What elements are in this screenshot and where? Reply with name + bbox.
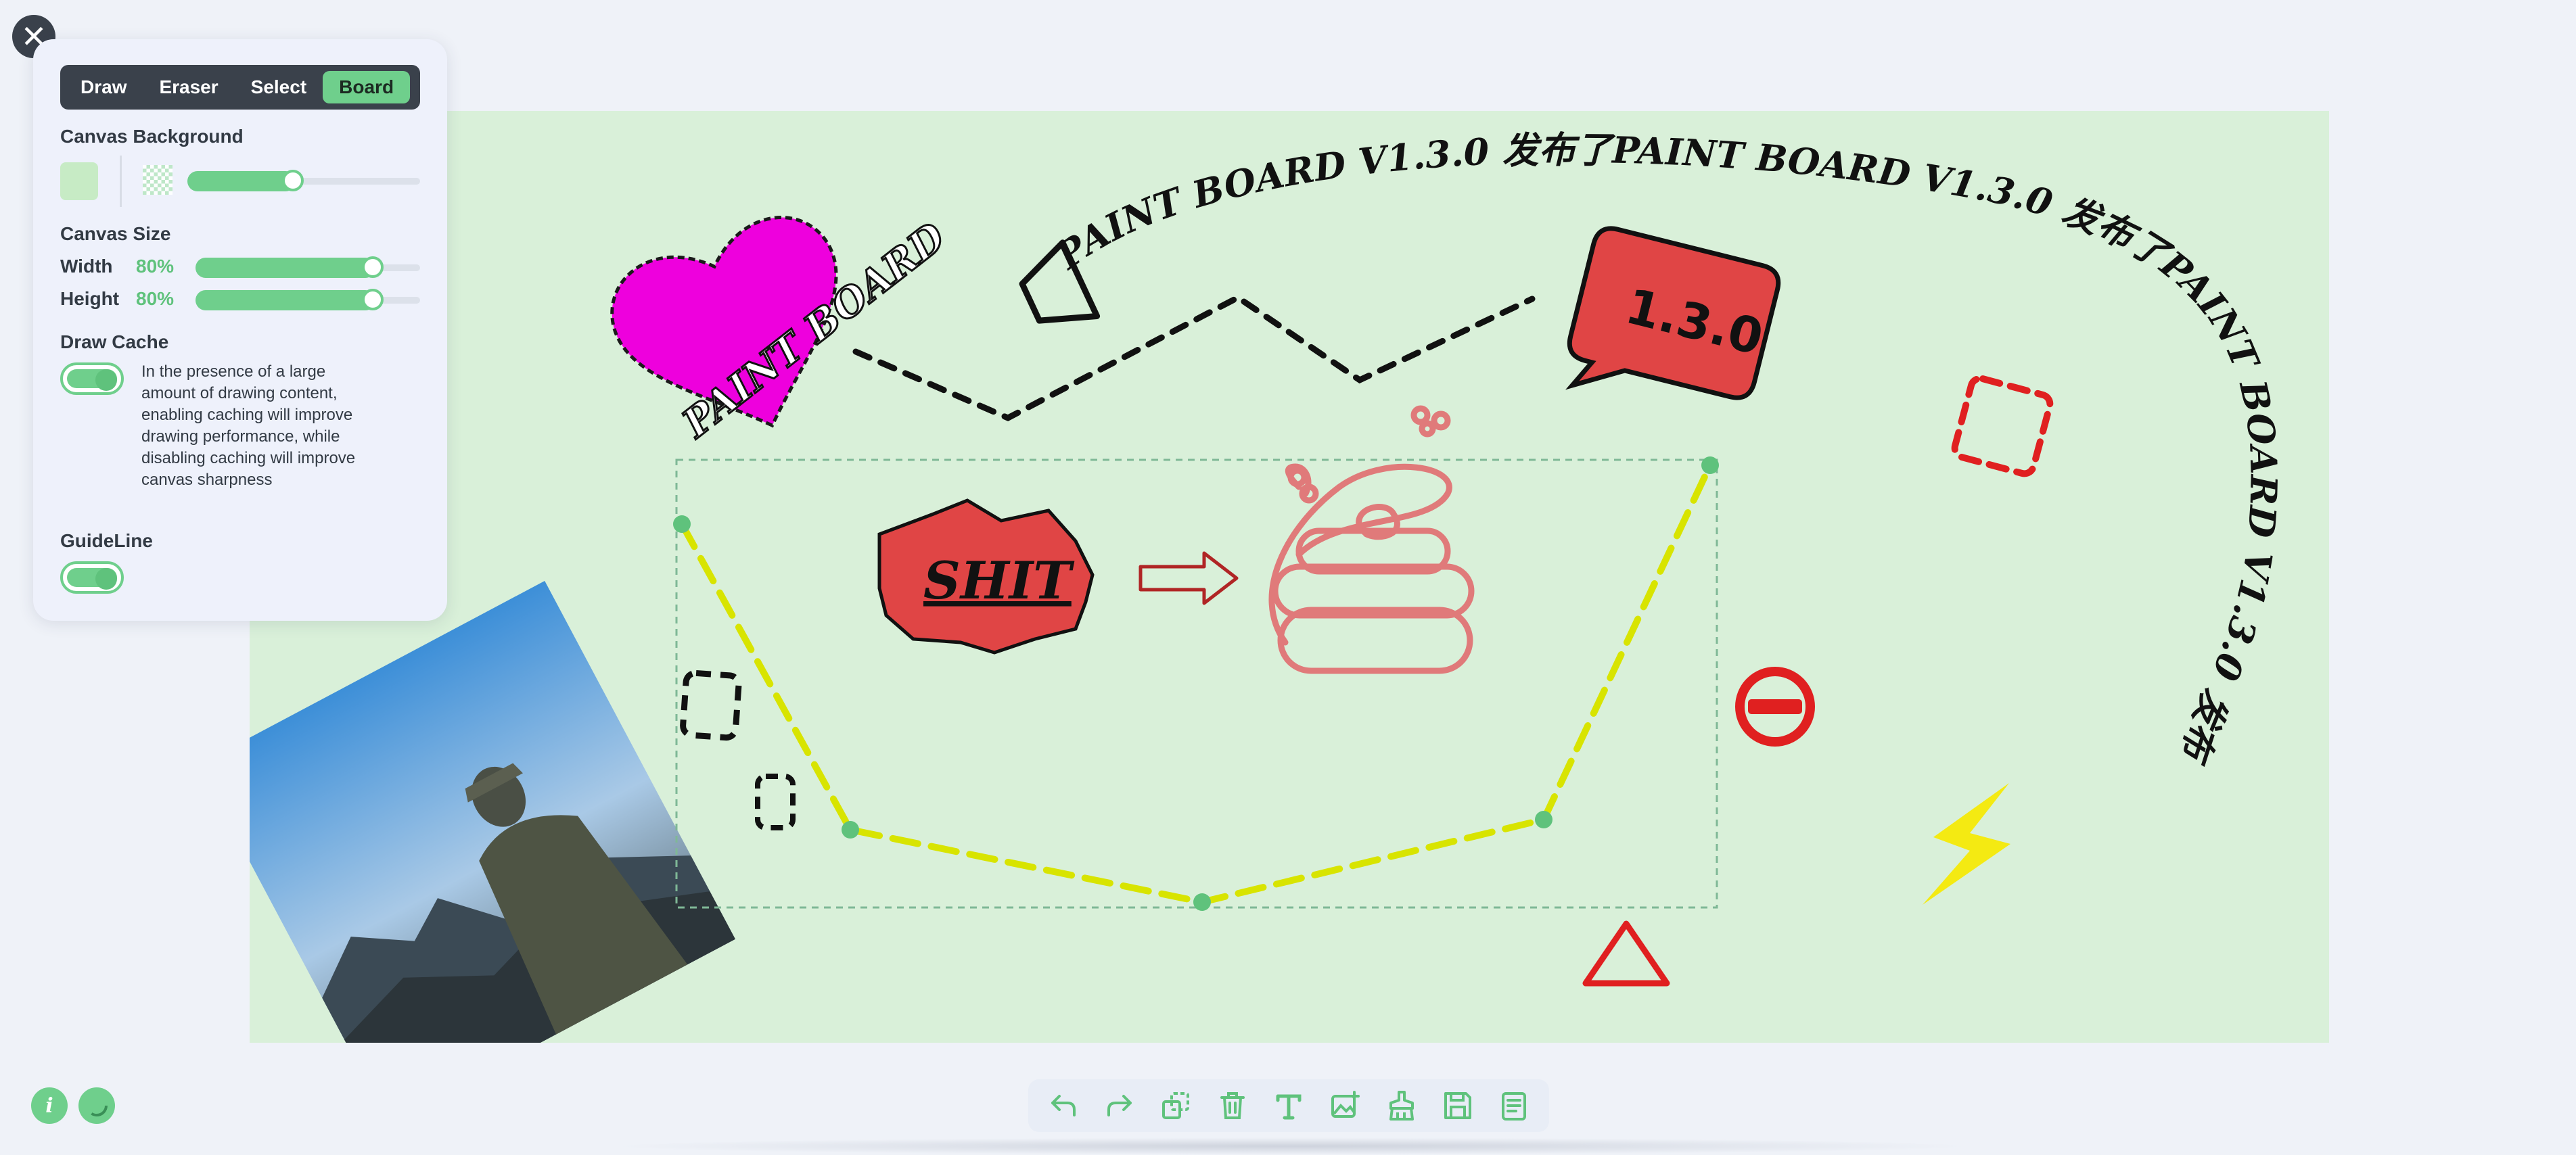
redo-icon bbox=[1107, 1095, 1132, 1116]
canvas-background-label: Canvas Background bbox=[60, 126, 244, 147]
mode-tabs: Draw Eraser Select Board bbox=[60, 65, 420, 110]
bottom-toolbar bbox=[1028, 1079, 1549, 1132]
undo-icon bbox=[1051, 1095, 1076, 1116]
copy-button[interactable] bbox=[1155, 1085, 1196, 1126]
copy-icon bbox=[1162, 1092, 1190, 1119]
height-slider[interactable] bbox=[196, 289, 420, 310]
freehand-drawing[interactable] bbox=[1268, 405, 1475, 674]
opacity-checker-icon bbox=[143, 165, 172, 195]
dashed-zigzag-line[interactable] bbox=[852, 293, 1536, 421]
guide-polyline[interactable] bbox=[678, 462, 1714, 906]
guideline-toggle[interactable] bbox=[60, 561, 124, 594]
no-entry-icon[interactable] bbox=[1735, 667, 1815, 747]
image-upload-icon bbox=[1331, 1091, 1360, 1118]
photo-image[interactable] bbox=[198, 580, 735, 1123]
guide-point[interactable] bbox=[673, 456, 1719, 911]
redo-button[interactable] bbox=[1099, 1085, 1140, 1126]
starburst-badge[interactable]: SHIT bbox=[877, 498, 1095, 655]
svg-text:SHIT: SHIT bbox=[923, 550, 1075, 611]
settings-panel: Draw Eraser Select Board Canvas Backgrou… bbox=[33, 39, 447, 621]
width-slider[interactable] bbox=[196, 256, 420, 278]
tab-select[interactable]: Select bbox=[235, 71, 323, 103]
draw-cache-label: Draw Cache bbox=[60, 331, 169, 352]
info-icon: i bbox=[45, 1093, 53, 1118]
tab-board[interactable]: Board bbox=[323, 71, 411, 103]
divider bbox=[120, 156, 122, 207]
tab-eraser[interactable]: Eraser bbox=[143, 71, 234, 103]
image-upload-button[interactable] bbox=[1325, 1085, 1365, 1126]
loading-icon bbox=[86, 1095, 108, 1116]
guideline-label: GuideLine bbox=[60, 530, 153, 551]
undo-button[interactable] bbox=[1043, 1085, 1084, 1126]
background-opacity-slider[interactable] bbox=[187, 170, 420, 191]
selection-bounding-box[interactable] bbox=[675, 458, 1718, 909]
canvas-size-label: Canvas Size bbox=[60, 223, 171, 244]
text-button[interactable] bbox=[1268, 1085, 1309, 1126]
tab-draw[interactable]: Draw bbox=[64, 71, 143, 103]
text-icon bbox=[1276, 1094, 1302, 1120]
delete-button[interactable] bbox=[1212, 1085, 1253, 1126]
width-label: Width bbox=[60, 256, 113, 277]
clean-button[interactable] bbox=[1381, 1085, 1422, 1126]
height-label: Height bbox=[60, 288, 120, 309]
info-button[interactable]: i bbox=[31, 1087, 68, 1124]
dashed-square-large[interactable] bbox=[680, 669, 742, 741]
height-value: 80% bbox=[136, 288, 175, 309]
history-icon bbox=[1502, 1092, 1527, 1121]
clean-icon bbox=[1389, 1091, 1414, 1121]
lightning-icon[interactable] bbox=[1923, 783, 2010, 905]
dashed-crosshair-icon[interactable] bbox=[1951, 375, 2054, 477]
history-button[interactable] bbox=[1494, 1085, 1534, 1126]
arrow-shape[interactable] bbox=[1138, 551, 1239, 605]
draw-cache-toggle[interactable] bbox=[60, 362, 124, 395]
triangle-shape[interactable] bbox=[1582, 920, 1670, 987]
delete-icon bbox=[1220, 1092, 1245, 1119]
speech-bubble[interactable]: 1.3.0 bbox=[1559, 225, 1782, 428]
background-color-swatch[interactable] bbox=[60, 162, 98, 200]
draw-cache-description: In the presence of a large amount of dra… bbox=[141, 362, 356, 489]
save-button[interactable] bbox=[1438, 1085, 1478, 1126]
dashed-square-small[interactable] bbox=[755, 774, 796, 830]
width-value: 80% bbox=[136, 256, 175, 277]
loading-button[interactable] bbox=[78, 1087, 115, 1124]
save-icon bbox=[1444, 1092, 1471, 1119]
toolbar-shadow bbox=[609, 1137, 1975, 1155]
app-root: PAINT BOARD PAINT BOARD V1.3.0 发布了PAINT … bbox=[0, 0, 2576, 1155]
